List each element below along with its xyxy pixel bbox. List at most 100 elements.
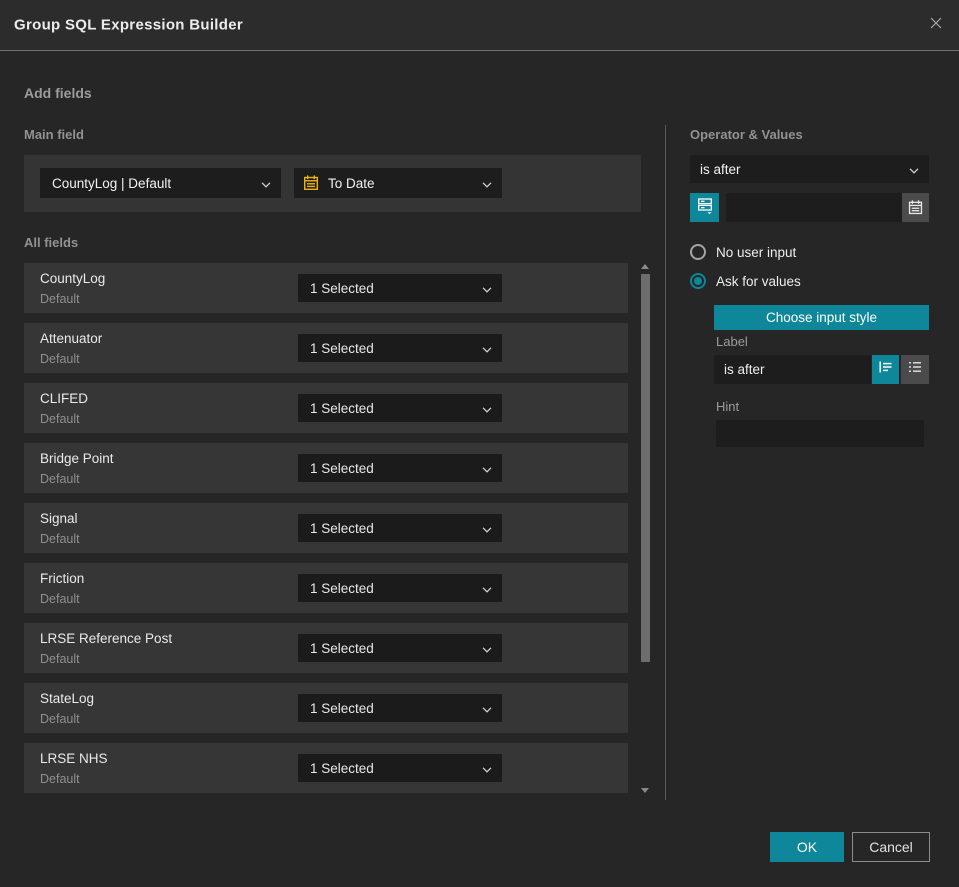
field-row: Friction Default 1 Selected: [24, 563, 628, 613]
field-name: Friction: [40, 571, 85, 586]
scrollbar-down-arrow-icon[interactable]: [641, 788, 649, 793]
operator-dropdown[interactable]: is after: [690, 155, 929, 183]
ok-button[interactable]: OK: [770, 832, 844, 862]
field-row: Bridge Point Default 1 Selected: [24, 443, 628, 493]
field-subtitle: Default: [40, 592, 80, 606]
dialog-title: Group SQL Expression Builder: [14, 16, 243, 34]
single-line-input-icon: [878, 359, 894, 380]
chevron-down-icon: [482, 401, 492, 416]
field-row: Attenuator Default 1 Selected: [24, 323, 628, 373]
chevron-down-icon: [909, 162, 919, 177]
close-button[interactable]: [925, 14, 947, 36]
close-icon: [929, 16, 943, 35]
calendar-icon: [907, 199, 924, 216]
value-input[interactable]: [726, 193, 902, 222]
field-row: LRSE NHS Default 1 Selected: [24, 743, 628, 793]
chevron-down-icon: [482, 521, 492, 536]
main-field-dropdown-value: CountyLog | Default: [52, 175, 172, 191]
no-user-input-radio[interactable]: No user input: [690, 244, 796, 260]
main-field-heading: Main field: [24, 127, 84, 142]
radio-selected-icon: [690, 273, 706, 289]
field-name: Signal: [40, 511, 78, 526]
list-input-icon: [907, 359, 923, 380]
field-row: LRSE Reference Post Default 1 Selected: [24, 623, 628, 673]
selected-count-label: 1 Selected: [310, 340, 374, 356]
chevron-down-icon: [482, 176, 492, 191]
field-subtitle: Default: [40, 472, 80, 486]
field-subtitle: Default: [40, 712, 80, 726]
operator-dropdown-value: is after: [700, 161, 741, 177]
selected-count-label: 1 Selected: [310, 580, 374, 596]
cancel-button[interactable]: Cancel: [852, 832, 930, 862]
field-selected-dropdown[interactable]: 1 Selected: [298, 694, 502, 722]
field-subtitle: Default: [40, 652, 80, 666]
field-selected-dropdown[interactable]: 1 Selected: [298, 454, 502, 482]
group-sql-expression-builder-dialog: Group SQL Expression Builder Add fields …: [0, 0, 959, 887]
field-row: CountyLog Default 1 Selected: [24, 263, 628, 313]
no-user-input-label: No user input: [716, 244, 797, 260]
field-subtitle: Default: [40, 292, 80, 306]
selected-count-label: 1 Selected: [310, 640, 374, 656]
selected-count-label: 1 Selected: [310, 520, 374, 536]
list-scrollbar[interactable]: [637, 258, 653, 800]
add-fields-heading: Add fields: [24, 85, 92, 101]
field-selected-dropdown[interactable]: 1 Selected: [298, 334, 502, 362]
field-selected-dropdown[interactable]: 1 Selected: [298, 394, 502, 422]
ask-for-values-label: Ask for values: [716, 273, 801, 289]
choose-input-style-label: Choose input style: [765, 310, 878, 325]
chevron-down-icon: [482, 641, 492, 656]
operator-values-heading: Operator & Values: [690, 127, 803, 142]
stacked-values-icon: [696, 196, 714, 220]
field-selected-dropdown[interactable]: 1 Selected: [298, 274, 502, 302]
field-row: Signal Default 1 Selected: [24, 503, 628, 553]
main-field-dropdown[interactable]: CountyLog | Default: [40, 168, 281, 198]
field-name: CountyLog: [40, 271, 106, 286]
field-row: StateLog Default 1 Selected: [24, 683, 628, 733]
field-name: Bridge Point: [40, 451, 114, 466]
main-field-panel: CountyLog | Default To Date: [24, 155, 641, 212]
field-selected-dropdown[interactable]: 1 Selected: [298, 514, 502, 542]
label-caption: Label: [716, 334, 748, 349]
field-name: LRSE Reference Post: [40, 631, 173, 646]
label-input[interactable]: [714, 355, 871, 384]
ask-for-values-radio[interactable]: Ask for values: [690, 273, 801, 289]
panel-divider: [665, 125, 666, 800]
field-subtitle: Default: [40, 352, 80, 366]
chevron-down-icon: [482, 761, 492, 776]
chevron-down-icon: [482, 341, 492, 356]
date-type-dropdown-value: To Date: [328, 175, 375, 191]
selected-count-label: 1 Selected: [310, 400, 374, 416]
scrollbar-thumb[interactable]: [641, 274, 650, 662]
selected-count-label: 1 Selected: [310, 760, 374, 776]
all-fields-heading: All fields: [24, 235, 79, 250]
chevron-down-icon: [261, 176, 271, 191]
titlebar: Group SQL Expression Builder: [0, 0, 959, 51]
field-selected-dropdown[interactable]: 1 Selected: [298, 634, 502, 662]
field-name: LRSE NHS: [40, 751, 108, 766]
date-picker-button[interactable]: [902, 193, 929, 222]
chevron-down-icon: [482, 581, 492, 596]
field-subtitle: Default: [40, 772, 80, 786]
single-line-input-style-button[interactable]: [872, 355, 899, 384]
field-selected-dropdown[interactable]: 1 Selected: [298, 574, 502, 602]
field-name: Attenuator: [40, 331, 103, 346]
selected-count-label: 1 Selected: [310, 280, 374, 296]
field-subtitle: Default: [40, 532, 80, 546]
list-input-style-button[interactable]: [901, 355, 929, 384]
radio-unselected-icon: [690, 244, 706, 260]
field-name: StateLog: [40, 691, 95, 706]
chevron-down-icon: [482, 701, 492, 716]
selected-count-label: 1 Selected: [310, 460, 374, 476]
selected-count-label: 1 Selected: [310, 700, 374, 716]
scrollbar-up-arrow-icon[interactable]: [641, 264, 649, 269]
field-subtitle: Default: [40, 412, 80, 426]
field-selected-dropdown[interactable]: 1 Selected: [298, 754, 502, 782]
hint-input[interactable]: [716, 420, 924, 447]
all-fields-list: CountyLog Default 1 Selected Attenuator …: [24, 263, 628, 803]
choose-input-style-button[interactable]: Choose input style: [714, 305, 929, 330]
date-type-dropdown[interactable]: To Date: [294, 168, 502, 198]
unique-values-button[interactable]: [690, 193, 719, 222]
hint-caption: Hint: [716, 399, 740, 414]
calendar-icon: [302, 174, 320, 192]
chevron-down-icon: [482, 281, 492, 296]
